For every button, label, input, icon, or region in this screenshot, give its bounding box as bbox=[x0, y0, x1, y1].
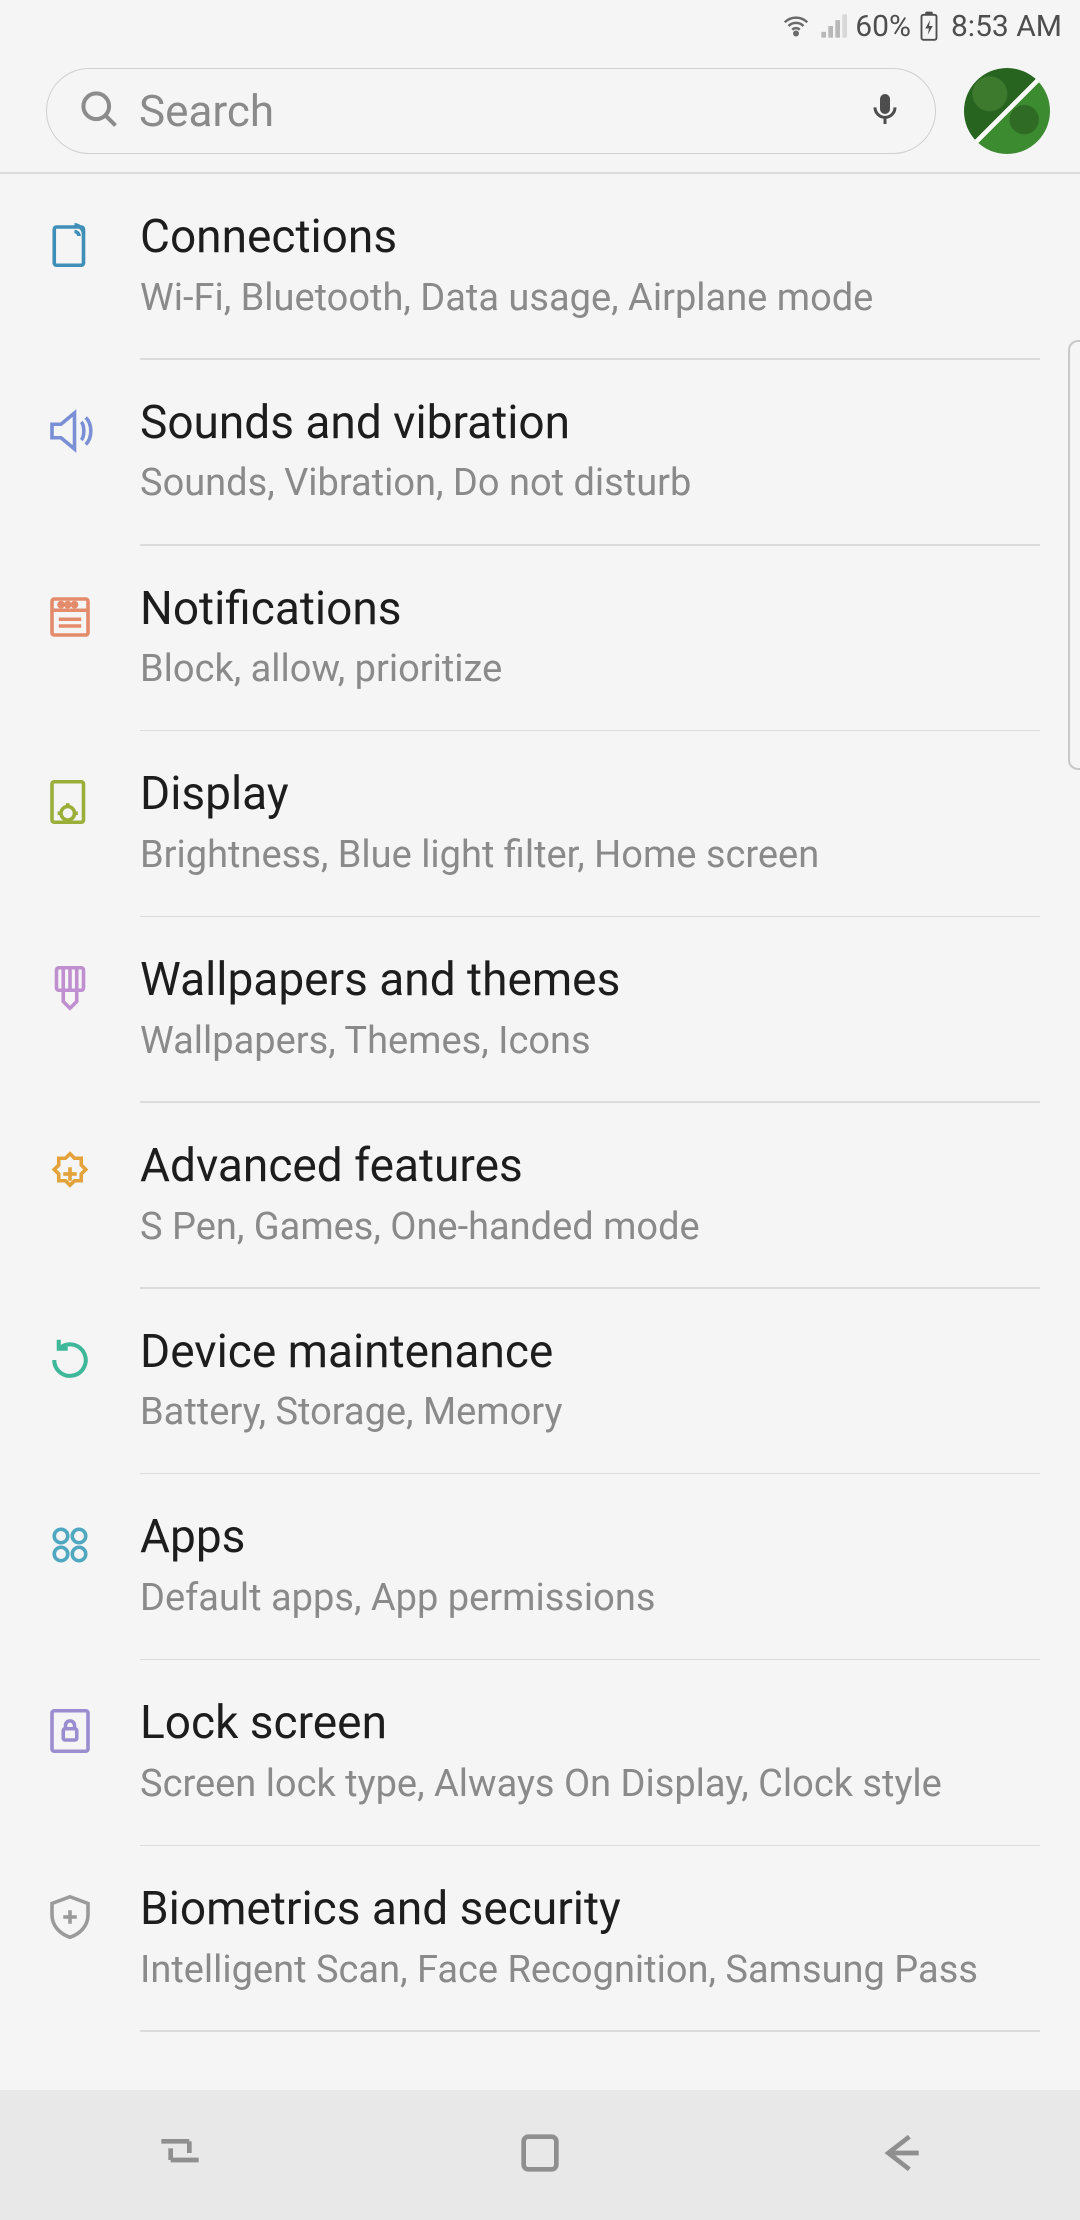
item-sub: Sounds, Vibration, Do not disturb bbox=[140, 462, 1040, 506]
item-title: Biometrics and security bbox=[140, 1884, 1040, 1935]
wifi-icon bbox=[781, 11, 811, 41]
item-sub: Intelligent Scan, Face Recognition, Sams… bbox=[140, 1949, 1040, 1993]
item-title: Display bbox=[140, 769, 1040, 820]
item-sub: Wallpapers, Themes, Icons bbox=[140, 1020, 1040, 1064]
lock-icon bbox=[43, 1704, 97, 1762]
item-title: Lock screen bbox=[140, 1698, 1040, 1749]
sound-icon bbox=[43, 404, 97, 462]
item-title: Notifications bbox=[140, 584, 1040, 635]
signal-icon bbox=[819, 12, 847, 40]
item-sub: Block, allow, prioritize bbox=[140, 648, 1040, 692]
item-sub: Wi-Fi, Bluetooth, Data usage, Airplane m… bbox=[140, 277, 1040, 321]
item-title: Advanced features bbox=[140, 1141, 1040, 1192]
item-lock-screen[interactable]: Lock screen Screen lock type, Always On … bbox=[0, 1660, 1080, 1844]
biometrics-icon bbox=[43, 1890, 97, 1948]
display-icon bbox=[43, 775, 97, 833]
divider bbox=[140, 2030, 1040, 2032]
item-advanced[interactable]: Advanced features S Pen, Games, One-hand… bbox=[0, 1103, 1080, 1287]
item-sub: S Pen, Games, One-handed mode bbox=[140, 1206, 1040, 1250]
nav-bar bbox=[0, 2090, 1080, 2220]
battery-percent-text: 60% bbox=[855, 9, 911, 44]
item-sub: Default apps, App permissions bbox=[140, 1577, 1040, 1621]
scroll-indicator[interactable] bbox=[1068, 340, 1080, 770]
item-apps[interactable]: Apps Default apps, App permissions bbox=[0, 1474, 1080, 1658]
battery-icon bbox=[919, 11, 939, 41]
item-biometrics[interactable]: Biometrics and security Intelligent Scan… bbox=[0, 1846, 1080, 2030]
apps-icon bbox=[43, 1518, 97, 1576]
profile-avatar[interactable] bbox=[964, 68, 1050, 154]
item-title: Connections bbox=[140, 212, 1040, 263]
item-sub: Brightness, Blue light filter, Home scre… bbox=[140, 834, 1040, 878]
item-connections[interactable]: Connections Wi-Fi, Bluetooth, Data usage… bbox=[0, 174, 1080, 358]
item-wallpapers[interactable]: Wallpapers and themes Wallpapers, Themes… bbox=[0, 917, 1080, 1101]
wallpapers-icon bbox=[43, 961, 97, 1019]
settings-list: Connections Wi-Fi, Bluetooth, Data usage… bbox=[0, 172, 1080, 2032]
recents-button[interactable] bbox=[152, 2125, 208, 2185]
item-sub: Battery, Storage, Memory bbox=[140, 1391, 1040, 1435]
notifications-icon bbox=[43, 590, 97, 648]
search-box[interactable]: Search bbox=[46, 68, 936, 154]
item-sounds[interactable]: Sounds and vibration Sounds, Vibration, … bbox=[0, 360, 1080, 544]
search-placeholder: Search bbox=[139, 85, 865, 137]
connections-icon bbox=[43, 218, 97, 276]
search-row: Search bbox=[0, 52, 1080, 172]
clock-text: 8:53 AM bbox=[951, 9, 1062, 44]
item-title: Apps bbox=[140, 1512, 1040, 1563]
item-title: Wallpapers and themes bbox=[140, 955, 1040, 1006]
mic-icon[interactable] bbox=[865, 89, 905, 133]
back-button[interactable] bbox=[872, 2125, 928, 2185]
advanced-icon bbox=[43, 1147, 97, 1205]
item-maintenance[interactable]: Device maintenance Battery, Storage, Mem… bbox=[0, 1289, 1080, 1473]
item-notifications[interactable]: Notifications Block, allow, prioritize bbox=[0, 546, 1080, 730]
search-icon bbox=[77, 87, 121, 135]
item-title: Sounds and vibration bbox=[140, 398, 1040, 449]
item-title: Device maintenance bbox=[140, 1327, 1040, 1378]
home-button[interactable] bbox=[512, 2125, 568, 2185]
maintenance-icon bbox=[43, 1333, 97, 1391]
status-bar: 60% 8:53 AM bbox=[0, 0, 1080, 52]
item-sub: Screen lock type, Always On Display, Clo… bbox=[140, 1763, 1040, 1807]
item-display[interactable]: Display Brightness, Blue light filter, H… bbox=[0, 731, 1080, 915]
